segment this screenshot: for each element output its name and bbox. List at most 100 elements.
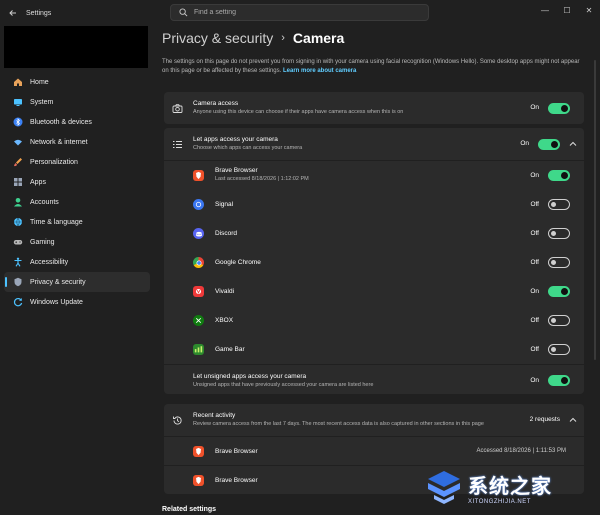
app-row-vivaldi: Vivaldi On — [164, 277, 584, 306]
sidebar-item-gaming[interactable]: Gaming — [4, 232, 150, 252]
bluetooth-icon — [13, 117, 23, 127]
app-toggle-chrome[interactable] — [548, 257, 570, 268]
watermark-logo-icon — [428, 471, 460, 504]
profile-card[interactable] — [4, 26, 148, 68]
camera-access-subtitle: Anyone using this device can choose if t… — [193, 109, 404, 115]
brave-icon — [193, 445, 204, 457]
globe-icon — [13, 217, 23, 227]
sidebar-item-accessibility[interactable]: Accessibility — [4, 252, 150, 272]
gamepad-icon — [13, 237, 23, 247]
chevron-up-icon[interactable] — [568, 139, 578, 149]
app-text: Vivaldi — [215, 288, 234, 295]
unsigned-apps-subtitle: Unsigned apps that have previously acces… — [193, 382, 374, 388]
app-row-brave: Brave Browser Last accessed 8/18/2026 | … — [164, 161, 584, 190]
accounts-icon — [13, 197, 23, 207]
apps-access-header[interactable]: Let apps access your camera Choose which… — [164, 128, 584, 160]
sidebar-item-label: Gaming — [30, 238, 55, 246]
close-button[interactable]: ✕ — [578, 0, 600, 20]
search-input[interactable] — [194, 9, 414, 16]
recent-activity-subtitle: Review camera access from the last 7 day… — [193, 421, 484, 427]
sidebar-item-label: Personalization — [30, 158, 78, 166]
sidebar-item-apps[interactable]: Apps — [4, 172, 150, 192]
unsigned-apps-toggle[interactable] — [548, 375, 570, 386]
app-text: Brave Browser — [215, 477, 258, 484]
app-name: XBOX — [215, 317, 234, 324]
sidebar-item-accounts[interactable]: Accounts — [4, 192, 150, 212]
app-text: Signal — [215, 201, 233, 208]
app-title: Settings — [26, 9, 52, 17]
app-toggle-xbox[interactable] — [548, 315, 570, 326]
app-row-game-bar: Game Bar Off — [164, 335, 584, 364]
minimize-button[interactable]: — — [534, 0, 556, 20]
app-toggle-signal[interactable] — [548, 199, 570, 210]
unsigned-apps-text: Let unsigned apps access your camera Uns… — [193, 373, 373, 388]
scrollbar[interactable] — [594, 60, 596, 360]
chevron-up-icon[interactable] — [568, 415, 578, 425]
camera-access-title: Camera access — [193, 100, 239, 107]
app-text: Brave Browser Last accessed 8/18/2026 | … — [215, 167, 309, 182]
learn-more-link[interactable]: Learn more about camera — [283, 68, 356, 74]
unsigned-apps-title: Let unsigned apps access your camera — [193, 373, 307, 380]
sidebar-item-privacy-security[interactable]: Privacy & security — [4, 272, 150, 292]
camera-access-card: Camera access Anyone using this device c… — [164, 92, 584, 124]
apps-access-toggle[interactable] — [538, 138, 560, 150]
watermark-cn: 系统之家 — [468, 475, 552, 498]
sidebar-item-label: System — [30, 98, 54, 106]
recent-activity-header[interactable]: Recent activity Review camera access fro… — [164, 404, 584, 436]
sidebar-item-label: Privacy & security — [30, 278, 86, 286]
sidebar-item-windows-update[interactable]: Windows Update — [4, 292, 150, 312]
apps-access-state: On — [520, 140, 529, 147]
watermark: 系统之家 XITONGZHIJIA.NET — [424, 465, 596, 509]
sidebar-item-label: Accounts — [30, 198, 59, 206]
unsigned-apps-state: On — [530, 377, 539, 384]
app-toggle-vivaldi[interactable] — [548, 286, 570, 297]
app-state: Off — [530, 230, 539, 237]
maximize-button[interactable]: ☐ — [556, 0, 578, 20]
update-icon — [13, 297, 23, 307]
app-name: Vivaldi — [215, 288, 235, 295]
accessibility-icon — [13, 257, 23, 267]
sidebar-item-network[interactable]: Network & internet — [4, 132, 150, 152]
vivaldi-icon — [193, 286, 204, 297]
page-description: The settings on this page do not prevent… — [162, 58, 584, 76]
back-arrow-icon[interactable] — [0, 0, 26, 26]
app-toggle-game-bar[interactable] — [548, 344, 570, 355]
app-state: Off — [530, 259, 539, 266]
sidebar-nav: Home System Bluetooth & devices Network … — [4, 72, 150, 312]
sidebar-item-bluetooth[interactable]: Bluetooth & devices — [4, 112, 150, 132]
breadcrumb: Privacy & security › Camera — [162, 30, 344, 46]
sidebar-item-time-language[interactable]: Time & language — [4, 212, 150, 232]
camera-access-toggle[interactable] — [548, 102, 570, 114]
app-name: Brave Browser — [215, 477, 258, 484]
sidebar-item-personalization[interactable]: Personalization — [4, 152, 150, 172]
sidebar-item-system[interactable]: System — [4, 92, 150, 112]
system-icon — [13, 97, 23, 107]
recent-activity-title: Recent activity — [193, 412, 236, 419]
app-text: Discord — [215, 230, 237, 237]
history-icon — [172, 415, 183, 426]
main-content: Privacy & security › Camera The settings… — [162, 26, 584, 515]
title-bar: Settings — ☐ ✕ — [0, 0, 600, 26]
app-state: On — [530, 288, 539, 295]
page-title: Camera — [292, 30, 345, 46]
camera-access-text: Camera access Anyone using this device c… — [193, 100, 403, 115]
app-state: Off — [530, 346, 539, 353]
app-text: Brave Browser — [215, 448, 258, 455]
app-text: XBOX — [215, 317, 233, 324]
app-row-signal: Signal Off — [164, 190, 584, 219]
game-bar-icon — [193, 344, 204, 355]
home-icon — [13, 77, 23, 87]
app-toggle-brave[interactable] — [548, 170, 570, 181]
discord-icon — [193, 228, 204, 239]
apps-access-card: Let apps access your camera Choose which… — [164, 128, 584, 394]
app-name: Brave Browser — [215, 167, 258, 174]
app-toggle-discord[interactable] — [548, 228, 570, 239]
recent-activity-text: Recent activity Review camera access fro… — [193, 412, 484, 427]
search-box[interactable] — [170, 4, 429, 21]
breadcrumb-parent[interactable]: Privacy & security — [162, 30, 273, 46]
sidebar-item-label: Network & internet — [30, 138, 88, 146]
sidebar-item-home[interactable]: Home — [4, 72, 150, 92]
recent-activity-item: Brave Browser Accessed 8/18/2026 | 1:11:… — [164, 437, 584, 465]
app-name: Signal — [215, 201, 234, 208]
app-text: Google Chrome — [215, 259, 261, 266]
